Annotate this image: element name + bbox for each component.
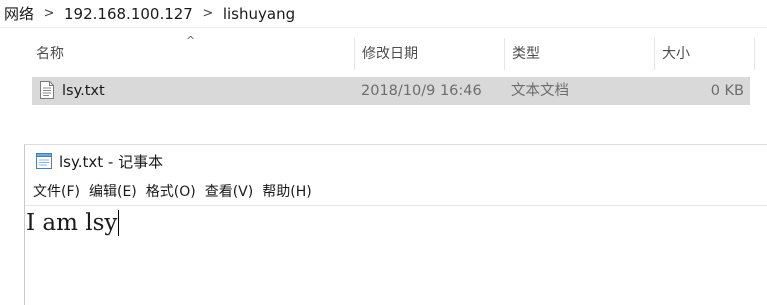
- notepad-title-bar[interactable]: lsy.txt - 记事本: [25, 145, 767, 179]
- file-name: lsy.txt: [62, 83, 105, 99]
- notepad-content-text: I am lsy: [26, 210, 118, 236]
- column-header-modified[interactable]: 修改日期: [354, 38, 504, 70]
- text-file-icon: [40, 81, 54, 99]
- file-size: 0 KB: [710, 83, 744, 99]
- chevron-right-icon[interactable]: >: [195, 6, 221, 21]
- column-header-type[interactable]: 类型: [504, 38, 654, 70]
- menu-view[interactable]: 查看(V): [203, 179, 261, 205]
- menu-help[interactable]: 帮助(H): [260, 179, 318, 205]
- text-caret: [118, 210, 120, 236]
- notepad-menu-bar: 文件(F) 编辑(E) 格式(O) 查看(V) 帮助(H): [25, 179, 767, 205]
- breadcrumb-item-host[interactable]: 192.168.100.127: [62, 5, 195, 23]
- file-modified-date: 2018/10/9 16:46: [361, 83, 482, 99]
- notepad-icon: [36, 153, 52, 169]
- column-header-size[interactable]: 大小: [654, 38, 754, 70]
- file-row[interactable]: lsy.txt 2018/10/9 16:46 文本文档 0 KB: [32, 77, 750, 105]
- breadcrumb-item-folder[interactable]: lishuyang: [221, 5, 297, 23]
- menu-edit[interactable]: 编辑(E): [87, 179, 144, 205]
- file-list-header: ^ 名称 修改日期 类型 大小: [0, 34, 767, 72]
- menu-format[interactable]: 格式(O): [144, 179, 203, 205]
- column-divider[interactable]: [754, 38, 755, 70]
- notepad-title: lsy.txt - 记事本: [59, 153, 164, 171]
- breadcrumb: 网络 > 192.168.100.127 > lishuyang: [0, 0, 767, 28]
- notepad-text-area[interactable]: I am lsy: [25, 205, 767, 305]
- column-header-name[interactable]: 名称: [28, 38, 354, 70]
- breadcrumb-item-network[interactable]: 网络: [2, 3, 36, 24]
- file-type: 文本文档: [511, 83, 569, 99]
- screen: 网络 > 192.168.100.127 > lishuyang ^ 名称 修改…: [0, 0, 767, 305]
- chevron-right-icon[interactable]: >: [36, 6, 62, 21]
- notepad-content: I am lsy: [26, 209, 120, 237]
- menu-file[interactable]: 文件(F): [31, 179, 87, 205]
- notepad-window: lsy.txt - 记事本 文件(F) 编辑(E) 格式(O) 查看(V) 帮助…: [24, 144, 767, 305]
